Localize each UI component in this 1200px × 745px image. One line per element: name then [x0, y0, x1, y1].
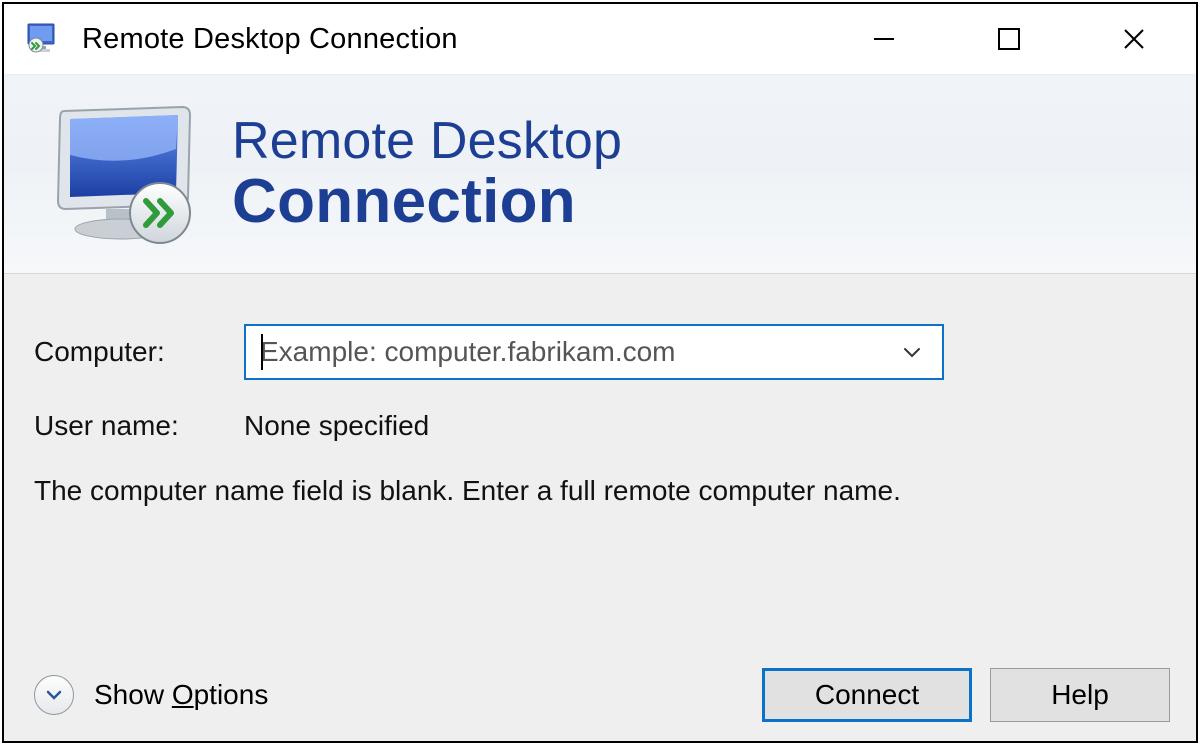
- header-banner: Remote Desktop Connection: [4, 74, 1196, 274]
- computer-combobox[interactable]: [244, 324, 944, 380]
- show-options-toggle[interactable]: Show Options: [34, 675, 268, 715]
- banner-title-line2: Connection: [232, 170, 622, 233]
- chevron-down-circle-icon: [34, 675, 74, 715]
- window-controls: [821, 4, 1196, 74]
- title-bar[interactable]: Remote Desktop Connection: [4, 4, 1196, 74]
- chevron-down-icon[interactable]: [882, 326, 942, 378]
- banner-title-line1: Remote Desktop: [232, 115, 622, 168]
- hint-text: The computer name field is blank. Enter …: [34, 472, 974, 510]
- remote-desktop-icon: [26, 22, 64, 56]
- body-panel: Computer: User name: None specified The …: [4, 274, 1196, 649]
- computer-row: Computer:: [34, 324, 1166, 380]
- username-value: None specified: [244, 410, 429, 442]
- banner-title: Remote Desktop Connection: [232, 115, 622, 233]
- computer-input[interactable]: [246, 326, 882, 378]
- remote-desktop-large-icon: [44, 99, 204, 249]
- footer-bar: Show Options Connect Help: [4, 649, 1196, 741]
- window-title: Remote Desktop Connection: [82, 23, 458, 56]
- show-options-label: Show Options: [94, 679, 268, 711]
- help-button[interactable]: Help: [990, 668, 1170, 722]
- username-label: User name:: [34, 410, 244, 442]
- minimize-button[interactable]: [821, 4, 946, 74]
- close-button[interactable]: [1071, 4, 1196, 74]
- maximize-button[interactable]: [946, 4, 1071, 74]
- connect-button[interactable]: Connect: [762, 668, 972, 722]
- rdc-window: Remote Desktop Connection: [2, 2, 1198, 743]
- username-row: User name: None specified: [34, 410, 1166, 442]
- computer-label: Computer:: [34, 336, 244, 368]
- text-caret: [261, 334, 263, 370]
